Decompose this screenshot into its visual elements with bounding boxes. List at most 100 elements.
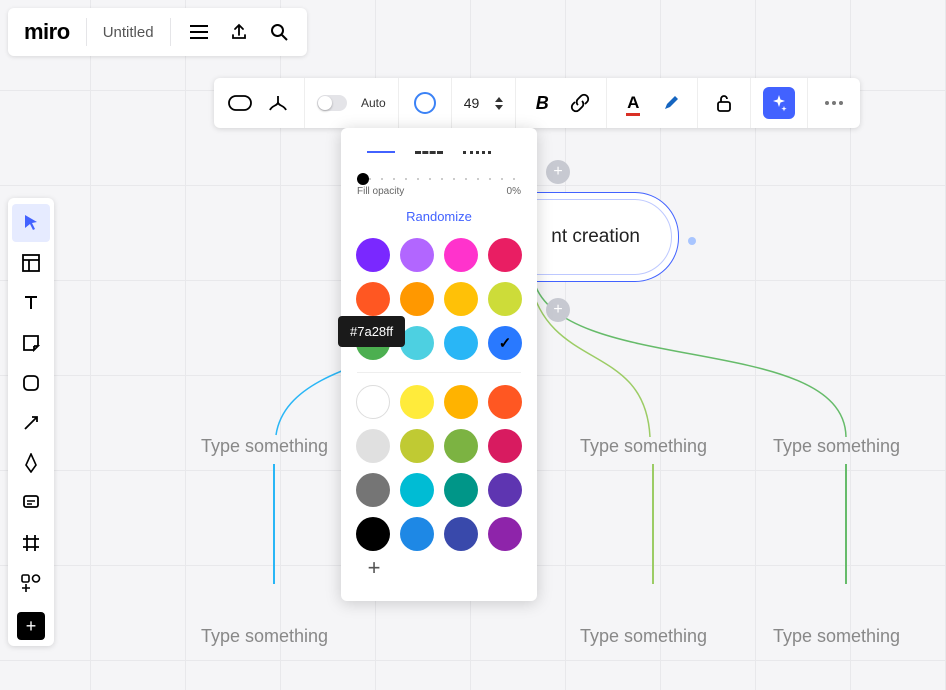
- text-color-button[interactable]: A: [619, 89, 647, 117]
- color-swatch-dark-teal[interactable]: [444, 473, 478, 507]
- color-swatch-grass[interactable]: [444, 429, 478, 463]
- color-swatch-cyan[interactable]: [400, 473, 434, 507]
- more-tools[interactable]: [12, 564, 50, 602]
- bold-button[interactable]: B: [528, 89, 556, 117]
- font-size-stepper: [495, 97, 503, 110]
- color-tooltip: #7a28ff: [338, 316, 405, 347]
- select-tool[interactable]: [12, 204, 50, 242]
- color-swatch-pink[interactable]: [488, 238, 522, 272]
- color-swatch-blue[interactable]: [488, 326, 522, 360]
- text-icon: [23, 295, 39, 311]
- add-color-button[interactable]: +: [357, 551, 391, 585]
- search-button[interactable]: [261, 14, 297, 50]
- color-swatch-teal[interactable]: [400, 326, 434, 360]
- stroke-style-row: [357, 144, 521, 160]
- shape-tool[interactable]: [12, 364, 50, 402]
- board-title[interactable]: Untitled: [97, 24, 160, 41]
- branch-icon: [268, 94, 288, 112]
- mindmap-leaf[interactable]: Type something: [773, 626, 900, 647]
- menu-button[interactable]: [181, 14, 217, 50]
- sticky-tool[interactable]: [12, 324, 50, 362]
- leaf-connector: [652, 464, 654, 584]
- miro-logo[interactable]: miro: [18, 19, 76, 45]
- color-swatch-magenta[interactable]: [444, 238, 478, 272]
- sparkle-icon: [770, 94, 788, 112]
- color-swatch-purple[interactable]: [400, 238, 434, 272]
- add-node-bottom[interactable]: +: [546, 298, 570, 322]
- color-swatch-rose[interactable]: [488, 429, 522, 463]
- arrow-icon: [22, 414, 40, 432]
- color-swatch-light-grey[interactable]: [356, 429, 390, 463]
- add-node-top[interactable]: +: [546, 160, 570, 184]
- bold-icon: B: [536, 93, 549, 114]
- arrow-tool[interactable]: [12, 404, 50, 442]
- hamburger-icon: [190, 25, 208, 39]
- highlight-button[interactable]: [657, 89, 685, 117]
- color-swatch-sky[interactable]: [400, 517, 434, 551]
- left-toolbar: +: [8, 198, 54, 646]
- color-swatch-navy[interactable]: [444, 517, 478, 551]
- frame-tool[interactable]: [12, 524, 50, 562]
- stroke-dashed[interactable]: [415, 144, 445, 160]
- root-label: nt creation: [551, 226, 640, 248]
- border-color-button[interactable]: [411, 89, 439, 117]
- color-swatch-yellow[interactable]: [400, 385, 434, 419]
- export-button[interactable]: [221, 14, 257, 50]
- pen-icon: [23, 453, 39, 473]
- color-swatches-group2: [357, 385, 521, 551]
- auto-label: Auto: [361, 96, 386, 110]
- shape-rounded-button[interactable]: [226, 89, 254, 117]
- color-swatch-amber[interactable]: [444, 282, 478, 316]
- font-size-value[interactable]: 49: [464, 95, 480, 111]
- connection-handle[interactable]: [688, 237, 696, 245]
- mindmap-leaf[interactable]: Type something: [773, 436, 900, 457]
- add-tool-button[interactable]: +: [17, 612, 45, 640]
- shape-branch-button[interactable]: [264, 89, 292, 117]
- format-toolbar: Auto 49 B A: [214, 78, 860, 128]
- color-swatch-white[interactable]: [356, 385, 390, 419]
- text-tool[interactable]: [12, 284, 50, 322]
- color-swatch-olive[interactable]: [400, 429, 434, 463]
- plus-icon: +: [368, 555, 381, 581]
- color-swatch-violet[interactable]: [356, 238, 390, 272]
- leaf-connector: [845, 464, 847, 584]
- mindmap-leaf[interactable]: Type something: [201, 626, 328, 647]
- stroke-dotted[interactable]: [463, 144, 493, 160]
- stepper-up[interactable]: [495, 97, 503, 102]
- more-button[interactable]: [820, 89, 848, 117]
- color-swatch-lime[interactable]: [488, 282, 522, 316]
- opacity-slider[interactable]: [357, 178, 521, 180]
- color-swatch-orange[interactable]: [400, 282, 434, 316]
- color-swatch-light-blue[interactable]: [444, 326, 478, 360]
- mindmap-leaf[interactable]: Type something: [580, 436, 707, 457]
- mindmap-leaf[interactable]: Type something: [201, 436, 328, 457]
- link-button[interactable]: [566, 89, 594, 117]
- stroke-solid[interactable]: [367, 144, 397, 160]
- color-swatch-plum[interactable]: [488, 517, 522, 551]
- export-icon: [230, 23, 248, 41]
- auto-toggle[interactable]: [317, 95, 347, 111]
- dots-icon: [825, 101, 843, 105]
- color-swatch-black[interactable]: [356, 517, 390, 551]
- opacity-value: 0%: [507, 186, 521, 197]
- unlock-icon: [716, 94, 732, 112]
- cursor-icon: [23, 214, 39, 232]
- template-tool[interactable]: [12, 244, 50, 282]
- color-panel: Fill opacity 0% Randomize +: [341, 128, 537, 601]
- slider-thumb[interactable]: [357, 173, 369, 185]
- ai-button[interactable]: [763, 87, 795, 119]
- color-swatch-grey[interactable]: [356, 473, 390, 507]
- highlighter-icon: [662, 94, 680, 112]
- opacity-label: Fill opacity: [357, 186, 404, 197]
- stepper-down[interactable]: [495, 105, 503, 110]
- comment-tool[interactable]: [12, 484, 50, 522]
- search-icon: [270, 23, 288, 41]
- color-swatch-red-orange[interactable]: [488, 385, 522, 419]
- pen-tool[interactable]: [12, 444, 50, 482]
- randomize-button[interactable]: Randomize: [357, 209, 521, 224]
- lock-button[interactable]: [710, 89, 738, 117]
- color-swatch-gold[interactable]: [444, 385, 478, 419]
- color-swatch-deep-orange[interactable]: [356, 282, 390, 316]
- mindmap-leaf[interactable]: Type something: [580, 626, 707, 647]
- color-swatch-indigo[interactable]: [488, 473, 522, 507]
